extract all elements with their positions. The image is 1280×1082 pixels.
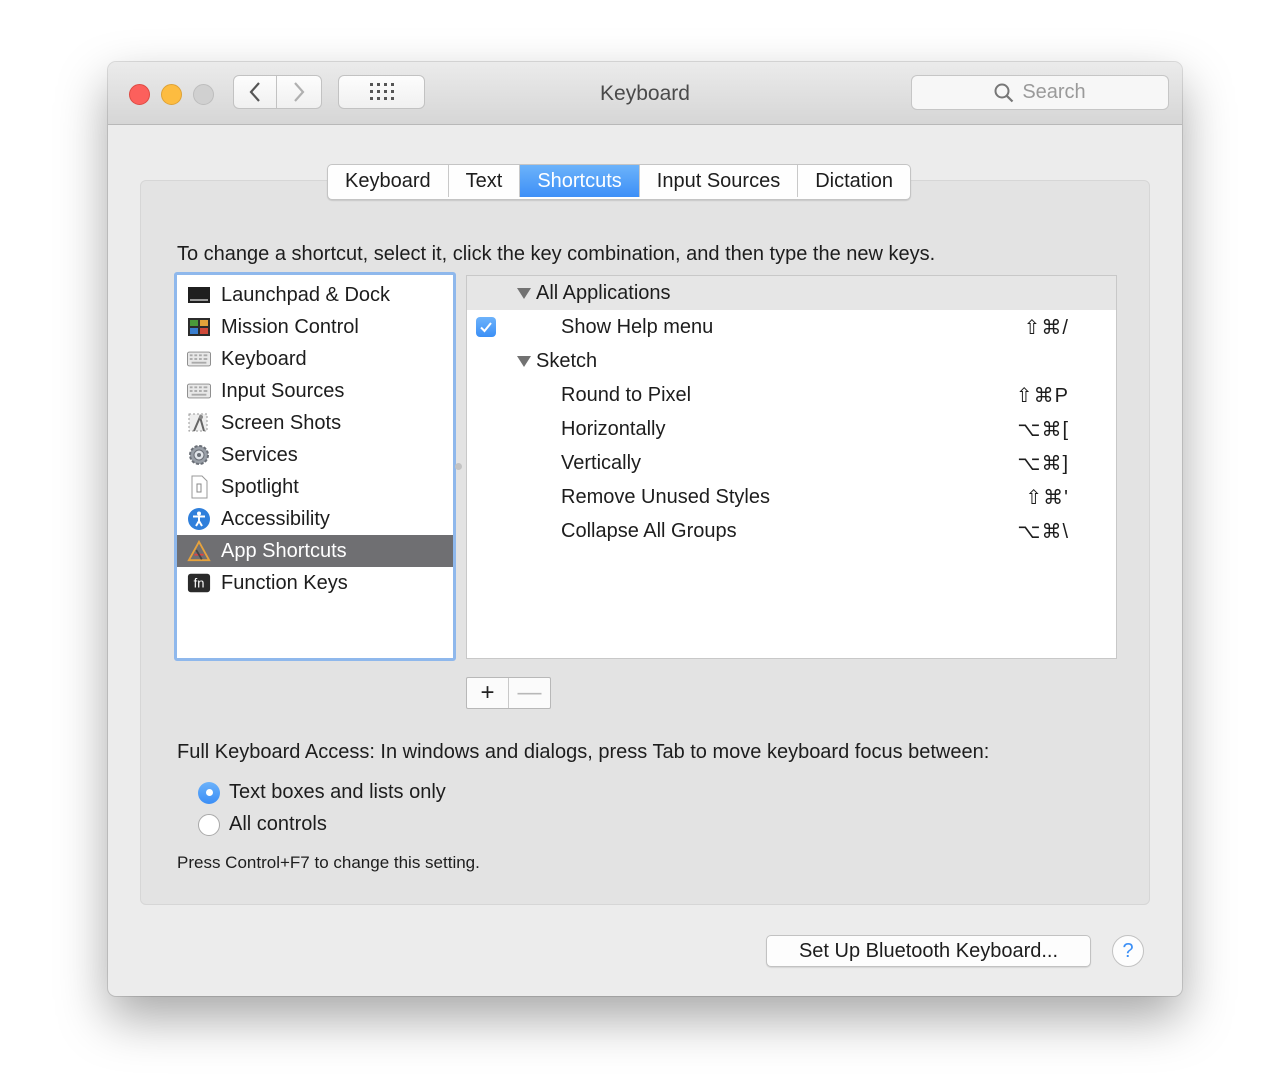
split-view-handle[interactable] (455, 463, 462, 470)
shortcut-row[interactable]: Vertically ⌥⌘] (467, 446, 1116, 480)
shortcut-label: Remove Unused Styles (561, 485, 770, 508)
gear-icon (187, 444, 211, 466)
instructions-text: To change a shortcut, select it, click t… (177, 243, 936, 265)
remove-shortcut-button[interactable]: — (509, 678, 550, 708)
radio-all-controls[interactable]: All controls (198, 813, 327, 836)
disclosure-triangle-icon[interactable] (517, 287, 531, 299)
shortcut-label: Vertically (561, 451, 642, 474)
add-remove-control: + — (466, 677, 551, 709)
radio-button-selected[interactable] (198, 781, 220, 804)
shortcut-row[interactable]: Show Help menu ⇧⌘/ (467, 310, 1116, 344)
category-label: Screen Shots (221, 411, 342, 434)
add-shortcut-button[interactable]: + (467, 678, 509, 708)
group-header-sketch[interactable]: Sketch (467, 344, 1116, 378)
shortcut-label: Collapse All Groups (561, 519, 737, 542)
setup-bluetooth-keyboard-button[interactable]: Set Up Bluetooth Keyboard... (766, 935, 1091, 967)
category-screen-shots[interactable]: Screen Shots (177, 407, 453, 439)
shortcut-keys[interactable]: ⇧⌘/ (1024, 315, 1069, 340)
shortcut-label: Horizontally (561, 417, 666, 440)
shortcut-keys[interactable]: ⌥⌘] (1017, 451, 1069, 476)
keyboard-icon (187, 348, 211, 370)
category-function-keys[interactable]: fn Function Keys (177, 567, 453, 599)
category-label: App Shortcuts (221, 539, 347, 562)
shortcut-label: Round to Pixel (561, 383, 692, 406)
shortcut-keys[interactable]: ⌥⌘\ (1017, 519, 1069, 544)
category-services[interactable]: Services (177, 439, 453, 471)
group-header-all-applications[interactable]: All Applications (467, 276, 1116, 310)
category-label: Launchpad & Dock (221, 283, 391, 306)
category-keyboard[interactable]: Keyboard (177, 343, 453, 375)
tab-shortcuts[interactable]: Shortcuts (520, 165, 640, 197)
search-field[interactable]: Search (911, 75, 1169, 110)
search-placeholder: Search (1022, 81, 1086, 103)
group-label: Sketch (536, 349, 598, 372)
tab-dictation[interactable]: Dictation (798, 165, 910, 197)
category-list[interactable]: Launchpad & Dock Mission Control Keyboar… (174, 272, 456, 661)
category-label: Input Sources (221, 379, 345, 402)
control-f7-note: Press Control+F7 to change this setting. (177, 853, 480, 872)
input-sources-icon (187, 380, 211, 402)
radio-label: All controls (229, 813, 327, 835)
tab-text[interactable]: Text (449, 165, 521, 197)
full-keyboard-access-label: Full Keyboard Access: In windows and dia… (177, 741, 990, 763)
preferences-window: Keyboard Search Keyboard Text Shortcuts … (108, 62, 1182, 996)
category-mission-control[interactable]: Mission Control (177, 311, 453, 343)
tab-keyboard[interactable]: Keyboard (328, 165, 449, 197)
radio-label: Text boxes and lists only (229, 781, 446, 803)
svg-text:fn: fn (194, 576, 205, 591)
radio-text-boxes-lists[interactable]: Text boxes and lists only (198, 781, 446, 804)
shortcut-row[interactable]: Round to Pixel ⇧⌘P (467, 378, 1116, 412)
shortcut-keys[interactable]: ⇧⌘' (1025, 485, 1069, 510)
category-label: Spotlight (221, 475, 299, 498)
shortcut-label: Show Help menu (561, 315, 714, 338)
category-accessibility[interactable]: Accessibility (177, 503, 453, 535)
launchpad-dock-icon (187, 284, 211, 306)
category-launchpad-dock[interactable]: Launchpad & Dock (177, 279, 453, 311)
radio-button[interactable] (198, 813, 220, 836)
shortcut-row[interactable]: Remove Unused Styles ⇧⌘' (467, 480, 1116, 514)
spotlight-icon (187, 475, 211, 499)
content-area: Keyboard Text Shortcuts Input Sources Di… (108, 125, 1182, 996)
shortcut-row[interactable]: Horizontally ⌥⌘[ (467, 412, 1116, 446)
search-icon (994, 83, 1014, 102)
tab-bar: Keyboard Text Shortcuts Input Sources Di… (327, 164, 912, 200)
shortcut-keys[interactable]: ⌥⌘[ (1017, 417, 1069, 442)
group-label: All Applications (536, 281, 671, 304)
help-button[interactable]: ? (1112, 935, 1144, 967)
category-label: Function Keys (221, 571, 348, 594)
title-bar: Keyboard Search (108, 62, 1182, 125)
category-app-shortcuts[interactable]: App Shortcuts (177, 535, 453, 567)
category-label: Accessibility (221, 507, 330, 530)
category-label: Keyboard (221, 347, 307, 370)
tab-input-sources[interactable]: Input Sources (640, 165, 799, 197)
screen-shots-icon (187, 412, 211, 434)
category-label: Mission Control (221, 315, 359, 338)
disclosure-triangle-icon[interactable] (517, 355, 531, 367)
category-spotlight[interactable]: Spotlight (177, 471, 453, 503)
mission-control-icon (187, 316, 211, 338)
accessibility-icon (187, 508, 211, 530)
shortcut-keys[interactable]: ⇧⌘P (1016, 383, 1069, 408)
shortcuts-list[interactable]: All Applications Show Help menu ⇧⌘/ Sket… (466, 275, 1117, 659)
category-input-sources[interactable]: Input Sources (177, 375, 453, 407)
shortcut-checkbox[interactable] (476, 317, 496, 337)
app-shortcuts-icon (187, 539, 211, 562)
shortcut-row[interactable]: Collapse All Groups ⌥⌘\ (467, 514, 1116, 548)
category-label: Services (221, 443, 298, 466)
fn-key-icon: fn (187, 572, 211, 594)
checkmark-icon (480, 322, 492, 333)
